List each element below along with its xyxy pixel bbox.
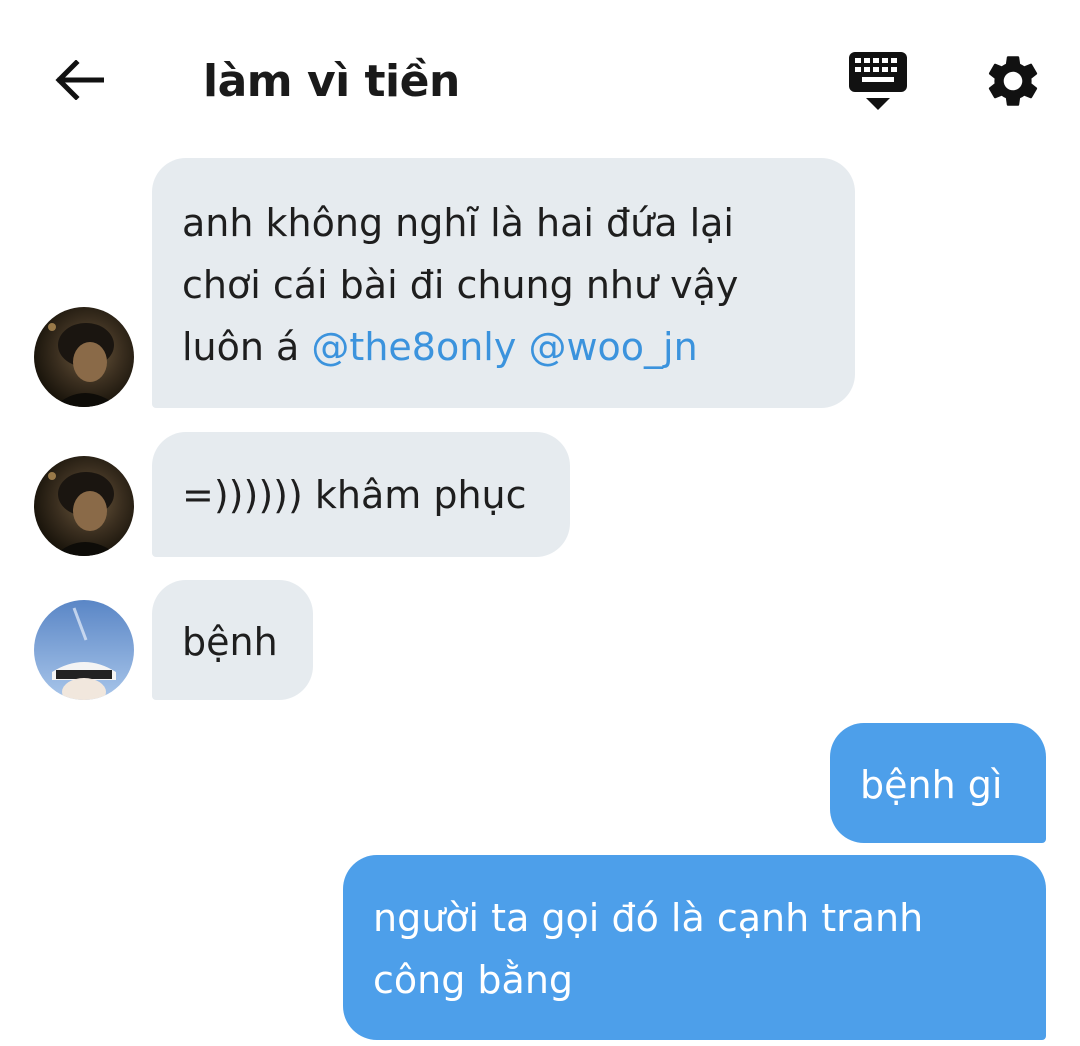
avatar[interactable] <box>34 456 134 556</box>
chat-title: làm vì tiền <box>203 56 460 107</box>
message-text-line: luôn á @the8only @woo_jn <box>182 316 855 378</box>
outgoing-message-bubble[interactable]: người ta gọi đó là cạnh tranh công bằng <box>343 855 1046 1040</box>
incoming-message-bubble[interactable]: bệnh <box>152 580 313 700</box>
message-text: bệnh gì <box>860 763 1003 807</box>
back-button[interactable] <box>48 52 110 108</box>
gear-icon <box>988 56 1038 106</box>
message-text: =)))))) khâm phục <box>182 473 527 517</box>
message-text: bệnh <box>182 620 278 664</box>
outgoing-message-bubble[interactable]: bệnh gì <box>830 723 1046 843</box>
message-text-line: chơi cái bài đi chung như vậy <box>182 263 739 307</box>
avatar-photo <box>34 456 134 556</box>
settings-button[interactable] <box>982 50 1044 112</box>
keyboard-toggle-button[interactable] <box>846 50 910 112</box>
message-text-line: anh không nghĩ là hai đứa lại <box>182 201 734 245</box>
mention-link[interactable]: @woo_jn <box>528 325 697 369</box>
keyboard-hide-icon <box>849 52 907 110</box>
avatar[interactable] <box>34 600 134 700</box>
avatar-photo <box>34 600 134 700</box>
chat-header: làm vì tiền <box>0 0 1080 150</box>
message-text-line: người ta gọi đó là cạnh tranh <box>373 896 924 940</box>
avatar[interactable] <box>34 307 134 407</box>
arrow-left-icon <box>55 60 104 100</box>
incoming-message-bubble[interactable]: anh không nghĩ là hai đứa lại chơi cái b… <box>152 158 855 408</box>
incoming-message-bubble[interactable]: =)))))) khâm phục <box>152 432 570 557</box>
mention-link[interactable]: @the8only <box>311 325 516 369</box>
message-text: luôn á <box>182 325 312 369</box>
message-text-line: công bằng <box>373 958 574 1002</box>
avatar-photo <box>34 307 134 407</box>
